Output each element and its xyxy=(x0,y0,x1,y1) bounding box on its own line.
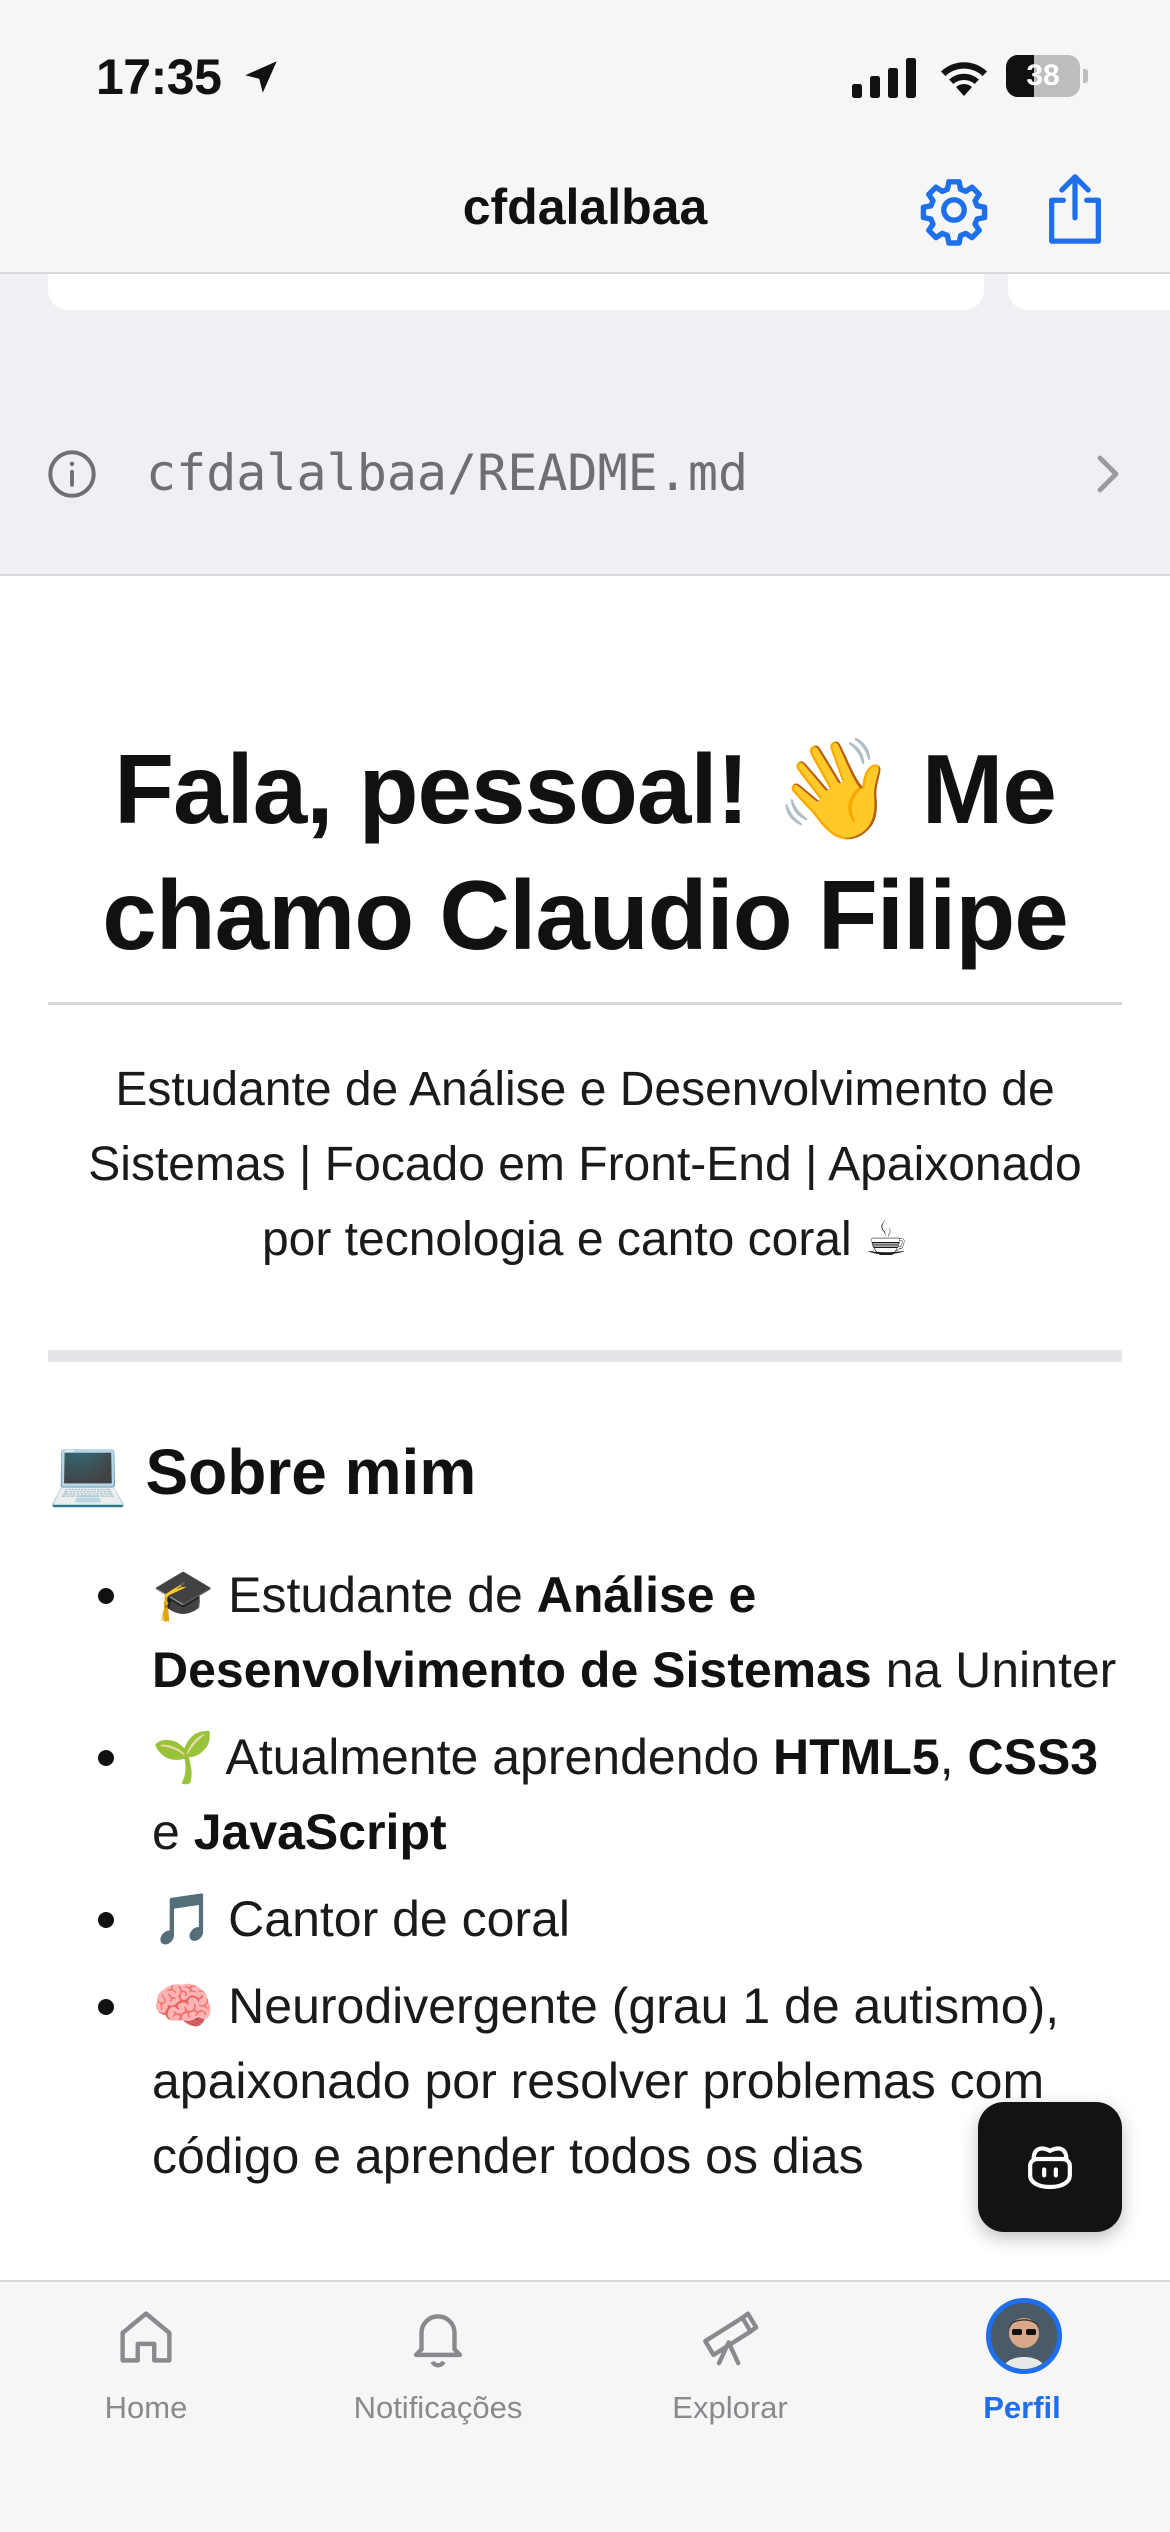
divider xyxy=(0,574,1170,576)
location-arrow-icon xyxy=(245,61,277,93)
tab-label: Home xyxy=(104,2390,188,2425)
tagline-line: por tecnologia e canto coral ☕ xyxy=(261,1213,909,1266)
list-item: 🎵 Cantor de coral xyxy=(48,1882,1122,1957)
pinned-card[interactable] xyxy=(48,274,984,310)
tab-profile[interactable]: Perfil xyxy=(876,2282,1168,2442)
tab-label: Explorar xyxy=(672,2390,788,2425)
about-list: 🎓 Estudante de Análise e Desenvolvimento… xyxy=(48,1558,1122,2206)
list-item: 🌱 Atualmente aprendendo HTML5, CSS3 e Ja… xyxy=(48,1720,1122,1870)
list-item: 🎓 Estudante de Análise e Desenvolvimento… xyxy=(48,1558,1122,1708)
nav-header: cfdalalbaa xyxy=(0,150,1170,274)
wifi-icon xyxy=(941,62,987,96)
screen: 17:35 38 cfdalalbaa cfdalalbaa/README.md… xyxy=(0,0,1170,2532)
copilot-icon xyxy=(1028,2146,1072,2190)
item-text: 🌱 Atualmente aprendendo xyxy=(152,1729,774,1785)
tagline-line: Sistemas | Focado em Front-End | Apaixon… xyxy=(88,1138,1082,1191)
item-text: 🎓 Estudante de xyxy=(152,1567,537,1623)
info-icon xyxy=(48,450,96,498)
telescope-icon xyxy=(703,2311,759,2366)
tab-bar: Home Notificações Explorar Perfil xyxy=(0,2280,1170,2532)
pinned-card[interactable] xyxy=(1008,274,1170,310)
item-text: na Uninter xyxy=(871,1642,1117,1698)
battery-percent: 38 xyxy=(1026,59,1060,92)
section-heading-about: 💻 Sobre mim xyxy=(48,1436,477,1508)
readme-link-row[interactable]: cfdalalbaa/README.md xyxy=(0,420,1170,528)
page-title: cfdalalbaa xyxy=(462,179,708,235)
bell-icon xyxy=(413,2314,463,2368)
home-icon xyxy=(120,2311,172,2363)
chevron-right-icon xyxy=(1097,455,1119,493)
avatar xyxy=(986,2298,1062,2374)
readme-path: cfdalalbaa/README.md xyxy=(146,444,749,502)
horizontal-rule xyxy=(48,1350,1122,1362)
item-bold: HTML5 xyxy=(773,1729,940,1785)
share-icon[interactable] xyxy=(1040,170,1110,248)
copilot-button[interactable] xyxy=(978,2102,1122,2232)
gear-icon[interactable] xyxy=(918,174,990,246)
readme-heading-line: Fala, pessoal! 👋 Me xyxy=(114,734,1057,844)
status-bar: 17:35 38 xyxy=(0,0,1170,150)
item-text: , xyxy=(939,1729,968,1785)
tagline-line: Estudante de Análise e Desenvolvimento d… xyxy=(115,1063,1055,1116)
readme-tagline: Estudante de Análise e Desenvolvimento d… xyxy=(48,1052,1122,1277)
readme-link-section: cfdalalbaa/README.md xyxy=(0,274,1170,576)
heading-rule xyxy=(48,1002,1122,1005)
status-time: 17:35 xyxy=(96,49,222,105)
item-text: 🧠 Neurodivergente (grau 1 de autismo), a… xyxy=(152,1978,1060,2184)
tab-label: Perfil xyxy=(983,2390,1061,2425)
item-bold: CSS3 xyxy=(967,1729,1099,1785)
item-text: e xyxy=(152,1804,194,1860)
tab-notifications[interactable]: Notificações xyxy=(292,2282,584,2442)
tab-explore[interactable]: Explorar xyxy=(584,2282,876,2442)
tab-home[interactable]: Home xyxy=(0,2282,292,2442)
battery-indicator: 38 xyxy=(1006,55,1088,97)
list-item: 🧠 Neurodivergente (grau 1 de autismo), a… xyxy=(48,1969,1122,2194)
item-bold: JavaScript xyxy=(193,1804,447,1860)
tab-label: Notificações xyxy=(353,2390,523,2425)
item-text: 🎵 Cantor de coral xyxy=(152,1891,570,1947)
cellular-signal-icon xyxy=(852,58,916,98)
readme-heading: Fala, pessoal! 👋 Me chamo Claudio Filipe xyxy=(48,726,1122,978)
readme-heading-line: chamo Claudio Filipe xyxy=(102,860,1069,970)
